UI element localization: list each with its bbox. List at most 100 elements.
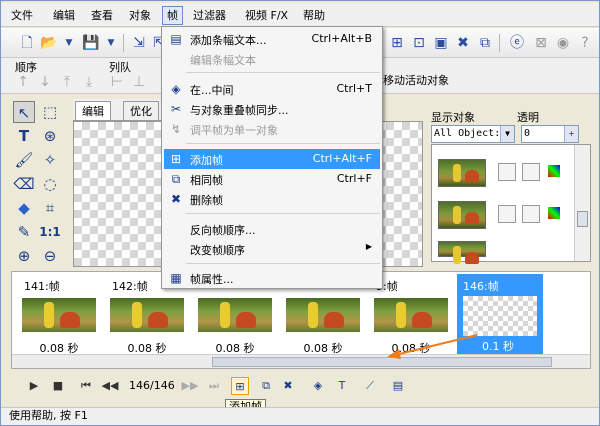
layers-icon[interactable]: ⧉: [475, 33, 495, 53]
optimize-icon[interactable]: ⊠: [531, 33, 551, 53]
send-to-back-icon[interactable]: ⤓: [79, 72, 99, 92]
align-left-icon[interactable]: ⊢: [107, 72, 127, 92]
duplicate-frame-button[interactable]: ⧉: [257, 377, 275, 395]
delete-frame-button[interactable]: ✖: [279, 377, 297, 395]
menu-edit[interactable]: 编辑: [49, 7, 79, 24]
menu-frame[interactable]: 帧: [162, 6, 183, 25]
first-frame-icon[interactable]: ⏮: [77, 377, 95, 395]
tools-icon[interactable]: ✖: [453, 33, 473, 53]
bring-forward-icon[interactable]: ↑: [13, 72, 33, 92]
text-tool-icon[interactable]: T: [13, 125, 35, 147]
tab-edit[interactable]: 编辑: [75, 101, 111, 120]
menu-item-shortcut: Ctrl+T: [336, 82, 372, 95]
menu-item-sync-frames[interactable]: ✂ 与对象重叠帧同步...: [164, 99, 380, 119]
add-frame-button[interactable]: ⊞: [231, 377, 249, 395]
opacity-field[interactable]: 0 ÷: [521, 125, 579, 143]
wizard-icon[interactable]: ◉: [553, 33, 573, 53]
import-icon[interactable]: ⇲: [129, 33, 149, 53]
resize-icon[interactable]: ⊡: [409, 33, 429, 53]
magic-wand-icon[interactable]: ✧: [39, 149, 61, 171]
menu-object[interactable]: 对象: [125, 7, 155, 24]
menu-separator: [186, 263, 380, 264]
objects-combo[interactable]: All Object: ▼: [431, 125, 515, 143]
menu-item-edit-banner-text[interactable]: 编辑条幅文本: [164, 49, 380, 69]
new-file-icon[interactable]: 🗋: [17, 33, 37, 53]
fill-tool-icon[interactable]: ◆: [13, 197, 35, 219]
scrollbar-thumb[interactable]: [577, 211, 588, 227]
toolbar-separator: [123, 34, 124, 52]
save-icon[interactable]: 💾: [81, 33, 101, 53]
frame-thumbnail: [22, 298, 96, 332]
menu-item-duplicate-frame[interactable]: ⧉ 相同帧 Ctrl+F: [164, 169, 380, 189]
brush-tool-icon[interactable]: 🖌: [13, 149, 35, 171]
align-center-icon[interactable]: ⊥: [129, 72, 149, 92]
menu-item-frame-properties[interactable]: ▦ 帧属性...: [164, 268, 380, 288]
menu-item-flatten-frame[interactable]: ↯ 调平帧为单一对象: [164, 119, 380, 139]
move-active-object-label: 移动活动对象: [383, 74, 449, 87]
zoom-out-icon[interactable]: ⊖: [39, 245, 61, 267]
opacity-label: 透明: [517, 111, 539, 124]
bring-to-front-icon[interactable]: ⤒: [57, 72, 77, 92]
menu-filter[interactable]: 过滤器: [189, 7, 230, 24]
banner-text-button[interactable]: T: [333, 377, 351, 395]
menu-item-delete-frame[interactable]: ✖ 删除帧: [164, 189, 380, 209]
menu-view[interactable]: 查看: [87, 7, 117, 24]
dropdown-arrow-icon[interactable]: ▼: [59, 33, 79, 53]
menu-item-add-frame[interactable]: ⊞ 添加帧 Ctrl+Alt+F: [164, 149, 380, 169]
image-icon[interactable]: ▣: [431, 33, 451, 53]
eraser-tool-icon[interactable]: ⌫: [13, 173, 35, 195]
object-row[interactable]: [436, 237, 574, 264]
play-icon[interactable]: ▶: [25, 377, 43, 395]
previous-frame-icon[interactable]: ◀◀: [101, 377, 119, 395]
objects-combo-value: All Object:: [434, 128, 501, 139]
tween-button[interactable]: ◈: [309, 377, 327, 395]
menu-item-label: 相同帧: [190, 174, 223, 187]
frame-properties-button[interactable]: ▤: [389, 377, 407, 395]
object-list-scrollbar[interactable]: [574, 145, 590, 261]
frame-thumbnail: [286, 298, 360, 332]
send-backward-icon[interactable]: ↓: [35, 72, 55, 92]
frame-menu-dropdown: ▤ 添加条幅文本... Ctrl+Alt+B 编辑条幅文本 ◈ 在...中间 C…: [161, 26, 383, 289]
tab-optimize[interactable]: 优化: [123, 101, 159, 120]
move-tool-icon[interactable]: ⊛: [39, 125, 61, 147]
crop-icon[interactable]: ⊞: [387, 33, 407, 53]
menu-file[interactable]: 文件: [7, 7, 37, 24]
spinner-icon[interactable]: ÷: [564, 126, 578, 142]
menu-item-add-banner-text[interactable]: ▤ 添加条幅文本... Ctrl+Alt+B: [164, 29, 380, 49]
lasso-tool-icon[interactable]: ◌: [39, 173, 61, 195]
object-row[interactable]: [436, 153, 574, 193]
help-icon[interactable]: ?: [575, 33, 595, 53]
menu-video-fx[interactable]: 视频 F/X: [241, 7, 292, 24]
display-objects-label: 显示对象: [431, 111, 475, 124]
frame-counter: 146/146: [129, 379, 175, 392]
menu-item-reverse-frames[interactable]: 反向帧顺序...: [164, 219, 380, 239]
crop-tool-icon[interactable]: ⌗: [39, 197, 61, 219]
zoom-in-icon[interactable]: ⊕: [13, 245, 35, 267]
menu-item-shortcut: Ctrl+F: [336, 172, 372, 185]
menu-help[interactable]: 帮助: [299, 7, 329, 24]
next-frame-icon[interactable]: ▶▶: [181, 377, 199, 395]
pointer-tool-icon[interactable]: ↖: [13, 101, 35, 123]
dropdown-arrow-icon[interactable]: ▼: [101, 33, 121, 53]
menu-item-change-frame-order[interactable]: 改变帧顺序 ▶: [164, 239, 380, 259]
menu-separator: [186, 72, 380, 73]
menu-item-label: 反向帧顺序...: [190, 224, 256, 237]
sync-icon: ✂: [170, 102, 182, 116]
chevron-down-icon[interactable]: ▼: [500, 126, 514, 142]
open-folder-icon[interactable]: 📂: [39, 33, 59, 53]
frame-thumbnail: [110, 298, 184, 332]
last-frame-icon[interactable]: ⏭: [205, 377, 223, 395]
marquee-tool-icon[interactable]: ⬚: [39, 101, 61, 123]
color-icon[interactable]: [548, 207, 560, 219]
actual-size-icon[interactable]: 1:1: [39, 221, 61, 243]
menu-separator: [186, 143, 380, 144]
filmstrip-scrollbar[interactable]: [12, 354, 590, 368]
browser-preview-icon[interactable]: ⓔ: [507, 33, 527, 53]
color-icon[interactable]: [548, 165, 560, 177]
stop-icon[interactable]: ■: [49, 377, 67, 395]
frame-item[interactable]: 141:帧 0.08 秒: [18, 274, 100, 366]
transition-button[interactable]: ⟋: [361, 377, 379, 395]
eyedropper-tool-icon[interactable]: ✎: [13, 221, 35, 243]
menu-item-tween[interactable]: ◈ 在...中间 Ctrl+T: [164, 79, 380, 99]
object-row[interactable]: [436, 195, 574, 235]
